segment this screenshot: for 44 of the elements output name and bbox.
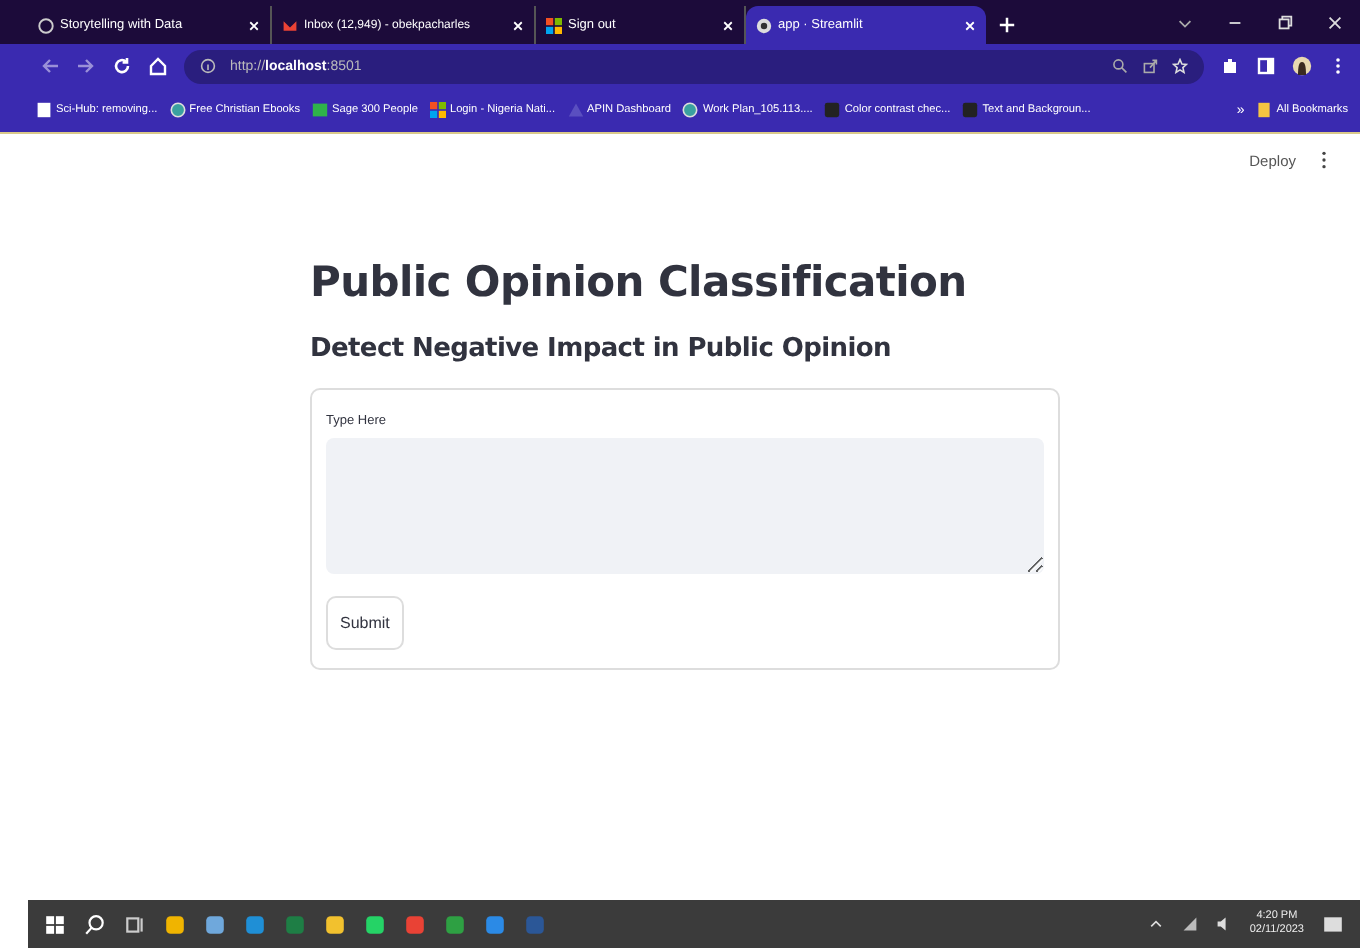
app-icon bbox=[312, 102, 329, 118]
back-icon[interactable] bbox=[40, 56, 60, 76]
page-title: Public Opinion Classification bbox=[310, 258, 969, 306]
new-tab-icon[interactable] bbox=[998, 16, 1016, 34]
app-icon[interactable] bbox=[164, 913, 186, 935]
app-icon[interactable] bbox=[244, 913, 266, 935]
app-icon[interactable] bbox=[324, 913, 346, 935]
folder-icon bbox=[1256, 102, 1273, 118]
reload-icon[interactable] bbox=[112, 56, 132, 76]
star-icon[interactable] bbox=[1172, 58, 1188, 74]
app-icon bbox=[756, 17, 772, 33]
task-view-icon[interactable] bbox=[124, 913, 146, 935]
speaker-icon[interactable] bbox=[1215, 916, 1232, 932]
globe-icon bbox=[682, 102, 699, 118]
app-icon[interactable] bbox=[404, 913, 426, 935]
mail-icon bbox=[282, 17, 298, 33]
windows-start-icon[interactable] bbox=[44, 913, 66, 935]
app-icon[interactable] bbox=[204, 913, 226, 935]
submit-button[interactable]: Submit bbox=[326, 596, 404, 650]
home-icon[interactable] bbox=[148, 56, 168, 76]
kebab-menu-icon[interactable] bbox=[1320, 150, 1328, 170]
grid-icon bbox=[546, 17, 562, 33]
info-icon bbox=[200, 58, 216, 74]
app-icon[interactable] bbox=[364, 913, 386, 935]
app-icon bbox=[824, 102, 841, 118]
app-icon[interactable] bbox=[484, 913, 506, 935]
triangle-icon bbox=[567, 102, 583, 118]
page-icon bbox=[36, 102, 52, 118]
globe-icon bbox=[38, 17, 54, 33]
chevron-up-icon[interactable] bbox=[1147, 916, 1164, 932]
app-icon bbox=[962, 102, 979, 118]
avatar-icon[interactable] bbox=[1292, 56, 1312, 76]
restore-icon[interactable] bbox=[1276, 14, 1294, 32]
zoom-icon[interactable] bbox=[1112, 58, 1128, 74]
forward-icon[interactable] bbox=[76, 56, 96, 76]
sidebar-icon[interactable] bbox=[1256, 56, 1276, 76]
share-icon[interactable] bbox=[1142, 58, 1158, 74]
network-icon[interactable] bbox=[1181, 916, 1198, 932]
globe-icon bbox=[169, 102, 186, 118]
search-icon[interactable] bbox=[84, 913, 106, 935]
page-subtitle: Detect Negative Impact in Public Opinion bbox=[310, 334, 893, 364]
grid-icon bbox=[429, 102, 446, 118]
close-icon[interactable] bbox=[1326, 14, 1344, 32]
app-icon[interactable] bbox=[444, 913, 466, 935]
